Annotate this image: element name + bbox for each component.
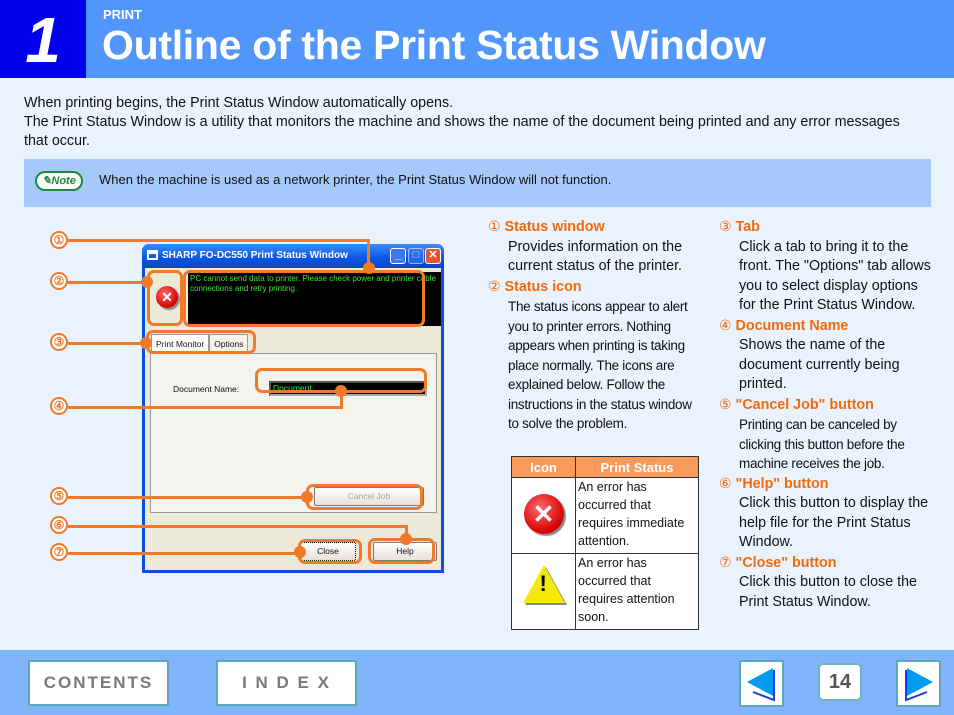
highlight-close [298, 539, 362, 564]
leader-line-1 [68, 239, 370, 242]
description-column-2: ③ Tab Click a tab to bring it to the fro… [719, 217, 934, 612]
description-column-1: ① Status window Provides information on … [488, 217, 703, 434]
desc-heading-2: ② Status icon [488, 277, 582, 295]
leader-line-2 [68, 281, 148, 284]
desc-text-7: Click this button to close the Print Sta… [739, 574, 918, 610]
note-box: ✎Note When the machine is used as a netw… [24, 159, 931, 207]
desc-heading-4: ④ Document Name [719, 316, 849, 334]
callout-5: ⑤ [50, 487, 68, 505]
leader-dot-3 [140, 337, 152, 349]
status-text-warning: An error has occurred that requires atte… [575, 553, 699, 630]
leader-dot-5 [301, 491, 313, 503]
callout-1: ① [50, 231, 68, 249]
page-title: Outline of the Print Status Window [102, 22, 766, 68]
highlight-cancel-job [306, 484, 423, 510]
status-text-error: An error has occurred that requires imme… [575, 477, 699, 554]
page-number: 14 [818, 663, 862, 701]
desc-heading-7: ⑦ "Close" button [719, 553, 837, 571]
section-label: PRINT [103, 7, 142, 22]
desc-text-3: Click a tab to bring it to the front. Th… [739, 238, 931, 314]
desc-heading-1: ① Status window [488, 218, 605, 235]
leader-dot-7 [294, 546, 306, 558]
intro-text: When printing begins, the Print Status W… [24, 94, 924, 151]
document-name-label: Document Name: [173, 384, 240, 394]
desc-text-4: Shows the name of the document currently… [739, 337, 900, 392]
note-icon: ✎Note [35, 171, 83, 191]
intro-line-1: When printing begins, the Print Status W… [24, 95, 454, 111]
arrow-right-icon [905, 668, 933, 702]
printer-icon [147, 250, 158, 260]
leader-line-5 [68, 496, 308, 499]
callout-7: ⑦ [50, 543, 68, 561]
index-button[interactable]: I N D E X [216, 660, 357, 706]
next-page-button[interactable] [896, 660, 941, 707]
note-text: When the machine is used as a network pr… [99, 172, 612, 187]
callout-2: ② [50, 272, 68, 290]
leader-dot-4 [335, 385, 347, 397]
leader-dot-6 [400, 533, 412, 545]
status-icon-table: Icon Print Status ✕ An error has occurre… [511, 456, 699, 630]
desc-text-5: Printing can be canceled by clicking thi… [739, 417, 905, 471]
leader-line-4 [68, 406, 343, 409]
minimize-button[interactable]: _ [390, 248, 406, 264]
chapter-number: 1 [0, 0, 86, 78]
leader-dot-1 [363, 262, 375, 274]
callout-4: ④ [50, 397, 68, 415]
page-header: 1 PRINT Outline of the Print Status Wind… [0, 0, 954, 78]
leader-dot-2 [141, 276, 153, 288]
desc-heading-6: ⑥ "Help" button [719, 474, 829, 492]
previous-page-button[interactable] [739, 660, 784, 707]
close-window-button[interactable]: ✕ [425, 248, 441, 264]
note-badge-label: Note [51, 175, 76, 187]
arrow-left-icon [747, 668, 775, 702]
table-header-icon: Icon [511, 456, 576, 478]
table-header-status: Print Status [575, 456, 699, 478]
desc-text-2: The status icons appear to alert you to … [508, 299, 692, 431]
window-titlebar: SHARP FO-DC550 Print Status Window _ □ ✕ [142, 244, 444, 268]
highlight-tabs [146, 330, 256, 354]
leader-line-3 [68, 342, 148, 345]
leader-line-6 [68, 525, 408, 528]
highlight-status-window [183, 270, 425, 327]
callout-3: ③ [50, 333, 68, 351]
table-row: ✕ An error has occurred that requires im… [511, 477, 699, 554]
intro-line-2: The Print Status Window is a utility tha… [24, 114, 900, 149]
leader-line-7 [68, 552, 300, 555]
contents-button[interactable]: CONTENTS [28, 660, 169, 706]
warning-icon: ! [522, 565, 565, 603]
error-icon: ✕ [523, 494, 564, 534]
callout-6: ⑥ [50, 516, 68, 534]
table-header-row: Icon Print Status [511, 456, 699, 478]
desc-text-1: Provides information on the current stat… [508, 238, 683, 275]
maximize-button[interactable]: □ [408, 248, 424, 264]
desc-heading-5: ⑤ "Cancel Job" button [719, 395, 874, 413]
window-title: SHARP FO-DC550 Print Status Window [162, 250, 348, 261]
desc-text-6: Click this button to display the help fi… [739, 495, 929, 550]
table-row: ! An error has occurred that requires at… [511, 553, 699, 630]
desc-heading-3: ③ Tab [719, 218, 760, 235]
